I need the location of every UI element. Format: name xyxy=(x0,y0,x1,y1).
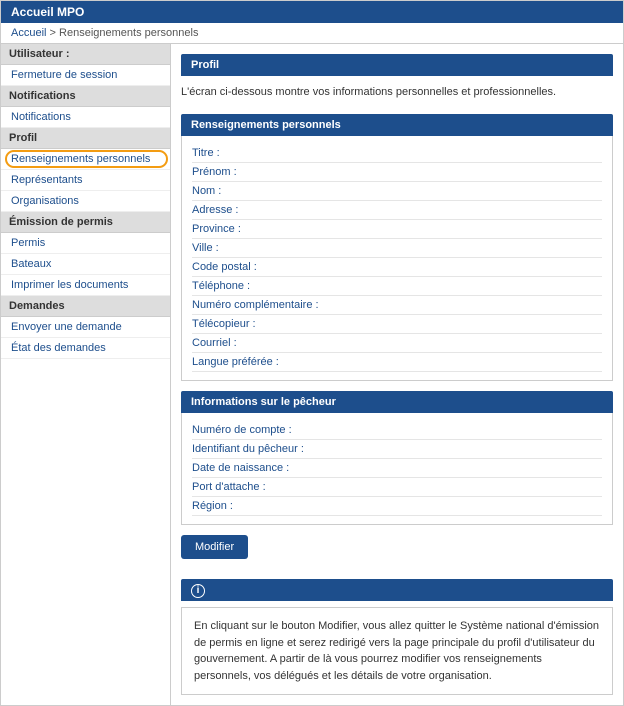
fisher-fields-box: Numéro de compte : Identifiant du pêcheu… xyxy=(181,413,613,525)
field-telephone: Téléphone : xyxy=(192,277,602,296)
info-text: En cliquant sur le bouton Modifier, vous… xyxy=(194,620,599,682)
sidebar-item-label: Renseignements personnels xyxy=(11,153,150,165)
modify-button[interactable]: Modifier xyxy=(181,535,248,559)
field-nom: Nom : xyxy=(192,182,602,201)
field-numero-compl: Numéro complémentaire : xyxy=(192,296,602,315)
section-head-personal: Renseignements personnels xyxy=(181,114,613,136)
field-region: Région : xyxy=(192,497,602,516)
sidebar-item-notifications[interactable]: Notifications xyxy=(1,107,170,128)
breadcrumb: Accueil > Renseignements personnels xyxy=(1,23,623,44)
sidebar-item-personal-info[interactable]: Renseignements personnels xyxy=(1,149,170,170)
field-port-attache: Port d'attache : xyxy=(192,478,602,497)
field-date-naissance: Date de naissance : xyxy=(192,459,602,478)
section-head-fisher: Informations sur le pêcheur xyxy=(181,391,613,413)
field-ville: Ville : xyxy=(192,239,602,258)
field-id-pecheur: Identifiant du pêcheur : xyxy=(192,440,602,459)
sidebar-item-logout[interactable]: Fermeture de session xyxy=(1,65,170,86)
sidebar-item-permis[interactable]: Permis xyxy=(1,233,170,254)
field-code-postal: Code postal : xyxy=(192,258,602,277)
sidebar-item-imprimer[interactable]: Imprimer les documents xyxy=(1,275,170,296)
sidebar-head-user: Utilisateur : xyxy=(1,44,170,65)
personal-fields-box: Titre : Prénom : Nom : Adresse : Provinc… xyxy=(181,136,613,381)
sidebar-head-permis: Émission de permis xyxy=(1,212,170,233)
breadcrumb-home[interactable]: Accueil xyxy=(11,27,46,39)
main-content: Profil L'écran ci-dessous montre vos inf… xyxy=(171,44,623,705)
field-telecopieur: Télécopieur : xyxy=(192,315,602,334)
field-num-compte: Numéro de compte : xyxy=(192,421,602,440)
sidebar-item-envoyer-demande[interactable]: Envoyer une demande xyxy=(1,317,170,338)
field-adresse: Adresse : xyxy=(192,201,602,220)
field-prenom: Prénom : xyxy=(192,163,602,182)
info-box: En cliquant sur le bouton Modifier, vous… xyxy=(181,607,613,695)
field-province: Province : xyxy=(192,220,602,239)
sidebar-head-profil: Profil xyxy=(1,128,170,149)
intro-text: L'écran ci-dessous montre vos informatio… xyxy=(181,76,613,104)
app-title: Accueil MPO xyxy=(11,5,84,19)
breadcrumb-current: Renseignements personnels xyxy=(59,27,198,39)
breadcrumb-sep: > xyxy=(50,27,56,39)
field-langue: Langue préférée : xyxy=(192,353,602,372)
sidebar-item-bateaux[interactable]: Bateaux xyxy=(1,254,170,275)
field-titre: Titre : xyxy=(192,144,602,163)
sidebar-head-notifications: Notifications xyxy=(1,86,170,107)
section-head-profil: Profil xyxy=(181,54,613,76)
sidebar-item-representants[interactable]: Représentants xyxy=(1,170,170,191)
top-bar: Accueil MPO xyxy=(1,1,623,23)
sidebar-item-organisations[interactable]: Organisations xyxy=(1,191,170,212)
info-section-bar: i xyxy=(181,579,613,601)
info-icon: i xyxy=(191,584,205,598)
field-courriel: Courriel : xyxy=(192,334,602,353)
sidebar: Utilisateur : Fermeture de session Notif… xyxy=(1,44,171,705)
sidebar-item-etat-demandes[interactable]: État des demandes xyxy=(1,338,170,359)
sidebar-head-demandes: Demandes xyxy=(1,296,170,317)
